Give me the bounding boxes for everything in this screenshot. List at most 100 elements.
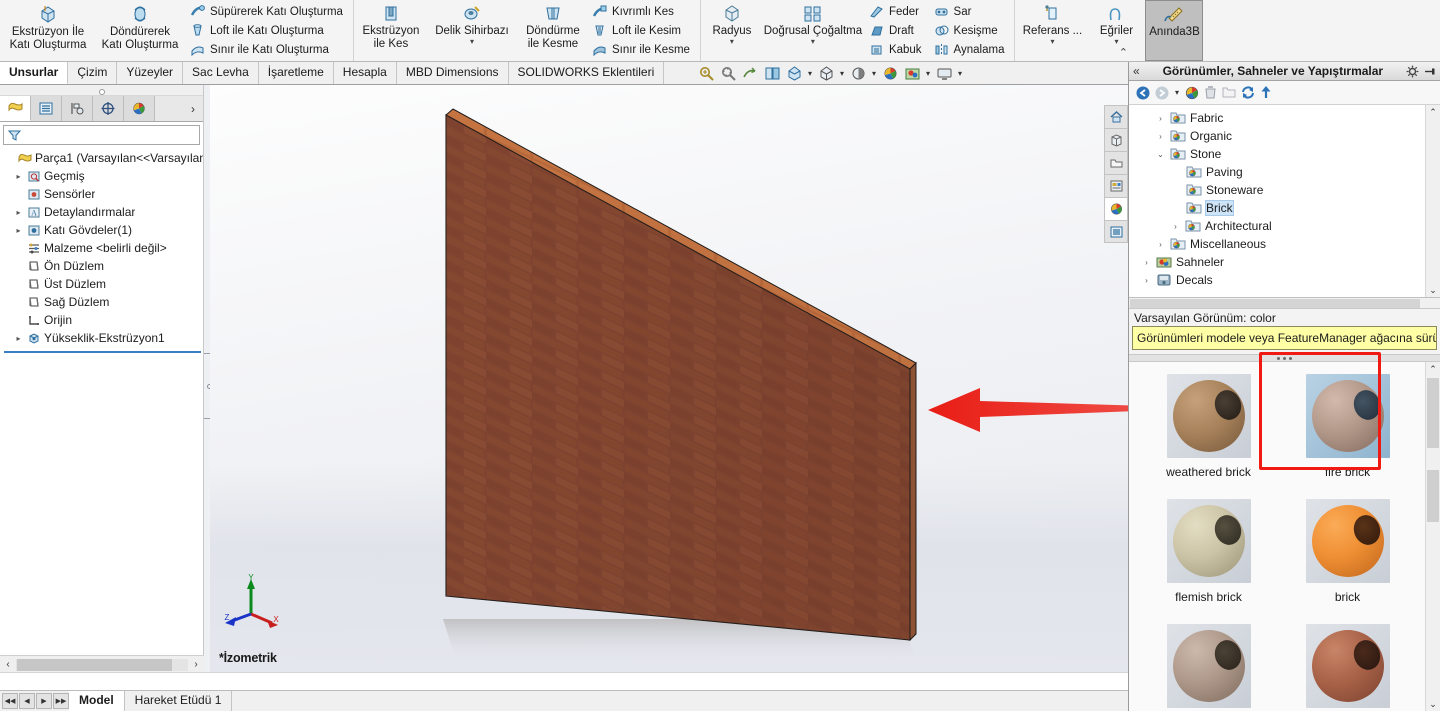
- extrude-boss-button[interactable]: Ekstrüzyon İle Katı Oluşturma: [2, 0, 94, 61]
- wrap-button[interactable]: Sar: [932, 2, 1009, 21]
- folder-item-scenes[interactable]: › Sahneler: [1137, 253, 1440, 271]
- scroll-thumb-lower[interactable]: [1427, 470, 1439, 522]
- section-view-icon[interactable]: [762, 64, 782, 84]
- property-manager-tab[interactable]: [31, 96, 62, 121]
- tree-item-part[interactable]: Parça1 (Varsayılan<<Varsayılan>_Gö: [4, 149, 203, 167]
- back-icon[interactable]: [1135, 85, 1151, 101]
- expand-toggle[interactable]: ⌄: [1155, 149, 1166, 160]
- nav-last-button[interactable]: ▶▶: [53, 693, 69, 709]
- graphics-viewport[interactable]: Y X Z *İzometrik: [210, 85, 1128, 673]
- tab-mbd-dimensions[interactable]: MBD Dimensions: [396, 62, 509, 84]
- swatch-grid-vscrollbar[interactable]: ⌃ ⌄: [1425, 362, 1440, 711]
- expand-toggle[interactable]: ›: [1155, 113, 1166, 124]
- expand-toggle[interactable]: ›: [1155, 131, 1166, 142]
- expand-toggle[interactable]: ›: [1155, 239, 1166, 250]
- swatch-brick[interactable]: brick: [1278, 499, 1417, 624]
- feature-manager-grip[interactable]: [0, 85, 203, 96]
- zoom-to-fit-icon[interactable]: [696, 64, 716, 84]
- pin-icon[interactable]: [1423, 65, 1436, 78]
- display-manager-tab[interactable]: [124, 96, 155, 121]
- hole-wizard-button[interactable]: Delik Sihirbazı ▾: [426, 0, 518, 61]
- expand-toggle[interactable]: [4, 153, 15, 164]
- model-view-icon[interactable]: [1104, 128, 1128, 151]
- tab-isaretleme[interactable]: İşaretleme: [258, 62, 334, 84]
- folder-item-fabric[interactable]: › Fabric: [1137, 109, 1440, 127]
- tab-hesapla[interactable]: Hesapla: [333, 62, 397, 84]
- tab-cizim[interactable]: Çizim: [68, 62, 118, 84]
- feature-manager-tab[interactable]: [0, 96, 31, 121]
- tree-item-top-plane[interactable]: Üst Düzlem: [4, 275, 203, 293]
- brick-wall-model[interactable]: [210, 85, 1128, 673]
- tree-item-annotations[interactable]: ▸ A Detaylandırmalar: [4, 203, 203, 221]
- custom-properties-icon[interactable]: [1104, 220, 1128, 243]
- draft-button[interactable]: Draft: [867, 21, 926, 40]
- lofted-boss-button[interactable]: Loft ile Katı Oluşturma: [188, 21, 347, 40]
- tree-item-extrude-feature[interactable]: ▸ Yükseklik-Ekstrüzyon1: [4, 329, 203, 347]
- task-pane-icon[interactable]: [1104, 174, 1128, 197]
- folder-item-organic[interactable]: › Organic: [1137, 127, 1440, 145]
- scroll-up-arrow[interactable]: ⌃: [1429, 362, 1437, 376]
- hscroll-left-arrow[interactable]: ‹: [0, 659, 16, 670]
- folder-item-paving[interactable]: Paving: [1137, 163, 1440, 181]
- nav-next-button[interactable]: ▶: [36, 693, 52, 709]
- folder-item-stoneware[interactable]: Stoneware: [1137, 181, 1440, 199]
- view-orientation-icon[interactable]: [784, 64, 804, 84]
- tab-solidworks-eklentileri[interactable]: SOLIDWORKS Eklentileri: [508, 62, 665, 84]
- hide-show-items-caret-icon[interactable]: ▾: [870, 69, 878, 78]
- expand-toggle[interactable]: ▸: [13, 333, 24, 344]
- swatch-fire-brick[interactable]: fire brick: [1278, 374, 1417, 499]
- appearances-grid-grip[interactable]: [1129, 354, 1440, 362]
- rib-button[interactable]: Feder: [867, 2, 926, 21]
- configuration-manager-tab[interactable]: [62, 96, 93, 121]
- tree-item-material[interactable]: Malzeme <belirli değil>: [4, 239, 203, 257]
- hscroll-thumb[interactable]: [1130, 298, 1420, 308]
- display-style-caret-icon[interactable]: ▾: [838, 69, 846, 78]
- dimxpert-manager-tab[interactable]: [93, 96, 124, 121]
- expand-toggle[interactable]: ›: [1170, 221, 1181, 232]
- swept-boss-button[interactable]: Süpürerek Katı Oluşturma: [188, 2, 347, 21]
- revolve-cut-button[interactable]: Döndürme ile Kesme: [518, 0, 588, 61]
- folder-item-brick[interactable]: Brick: [1137, 199, 1440, 217]
- hide-show-items-icon[interactable]: [848, 64, 868, 84]
- nav-first-button[interactable]: ◀◀: [2, 693, 18, 709]
- lofted-cut-button[interactable]: Loft ile Kesim: [590, 21, 694, 40]
- linear-pattern-button[interactable]: Doğrusal Çoğaltma ▾: [761, 0, 865, 61]
- apply-scene-icon[interactable]: [902, 64, 922, 84]
- hscroll-right-arrow[interactable]: ›: [188, 659, 204, 670]
- shell-button[interactable]: Kabuk: [867, 40, 926, 59]
- folder-item-stone[interactable]: ⌄ Stone: [1137, 145, 1440, 163]
- zoom-area-icon[interactable]: [718, 64, 738, 84]
- fillet-caret-icon[interactable]: ▾: [730, 38, 734, 46]
- view-settings-icon[interactable]: [934, 64, 954, 84]
- tab-unsurlar[interactable]: Unsurlar: [0, 62, 69, 84]
- tab-motion-study[interactable]: Hareket Etüdü 1: [125, 691, 233, 711]
- expand-toggle[interactable]: ▸: [13, 171, 24, 182]
- rollback-bar[interactable]: [4, 351, 201, 353]
- hole-wizard-caret-icon[interactable]: ▾: [470, 38, 474, 46]
- expand-toggle[interactable]: ▸: [13, 225, 24, 236]
- swatch-weathered-brick[interactable]: weathered brick: [1139, 374, 1278, 499]
- reference-geometry-button[interactable]: Referans ... ▾: [1017, 0, 1087, 61]
- home-view-icon[interactable]: [1104, 105, 1128, 128]
- view-orientation-caret-icon[interactable]: ▾: [806, 69, 814, 78]
- intersect-button[interactable]: Kesişme: [932, 21, 1009, 40]
- folder-item-architectural[interactable]: › Architectural: [1137, 217, 1440, 235]
- curves-caret-icon[interactable]: ▾: [1114, 38, 1118, 46]
- linear-pattern-caret-icon[interactable]: ▾: [811, 38, 815, 46]
- appearances-folder-tree[interactable]: › Fabric › Organic ⌄ Stone Paving Stonew…: [1129, 105, 1440, 298]
- swatch-irregular-brick[interactable]: irregular brick: [1139, 624, 1278, 711]
- gear-icon[interactable]: [1406, 65, 1419, 78]
- curves-button[interactable]: Eğriler ▾: [1087, 0, 1145, 61]
- expand-toggle[interactable]: ▸: [13, 207, 24, 218]
- swept-cut-button[interactable]: Kıvrımlı Kes: [590, 2, 694, 21]
- appearances-tree-vscrollbar[interactable]: ⌃ ⌄: [1425, 105, 1440, 297]
- revolve-boss-button[interactable]: Döndürerek Katı Oluşturma: [94, 0, 186, 61]
- extrude-cut-button[interactable]: Ekstrüzyon ile Kes: [356, 0, 426, 61]
- collapse-ribbon-chevron-icon[interactable]: ⌃: [1119, 46, 1128, 59]
- tree-item-history[interactable]: ▸ Geçmiş: [4, 167, 203, 185]
- feature-tree-hscrollbar[interactable]: ‹ ›: [0, 655, 204, 673]
- scroll-down-arrow[interactable]: ⌄: [1429, 283, 1437, 297]
- hscroll-thumb[interactable]: [17, 658, 172, 671]
- edit-appearance-icon[interactable]: [880, 64, 900, 84]
- tree-item-right-plane[interactable]: Sağ Düzlem: [4, 293, 203, 311]
